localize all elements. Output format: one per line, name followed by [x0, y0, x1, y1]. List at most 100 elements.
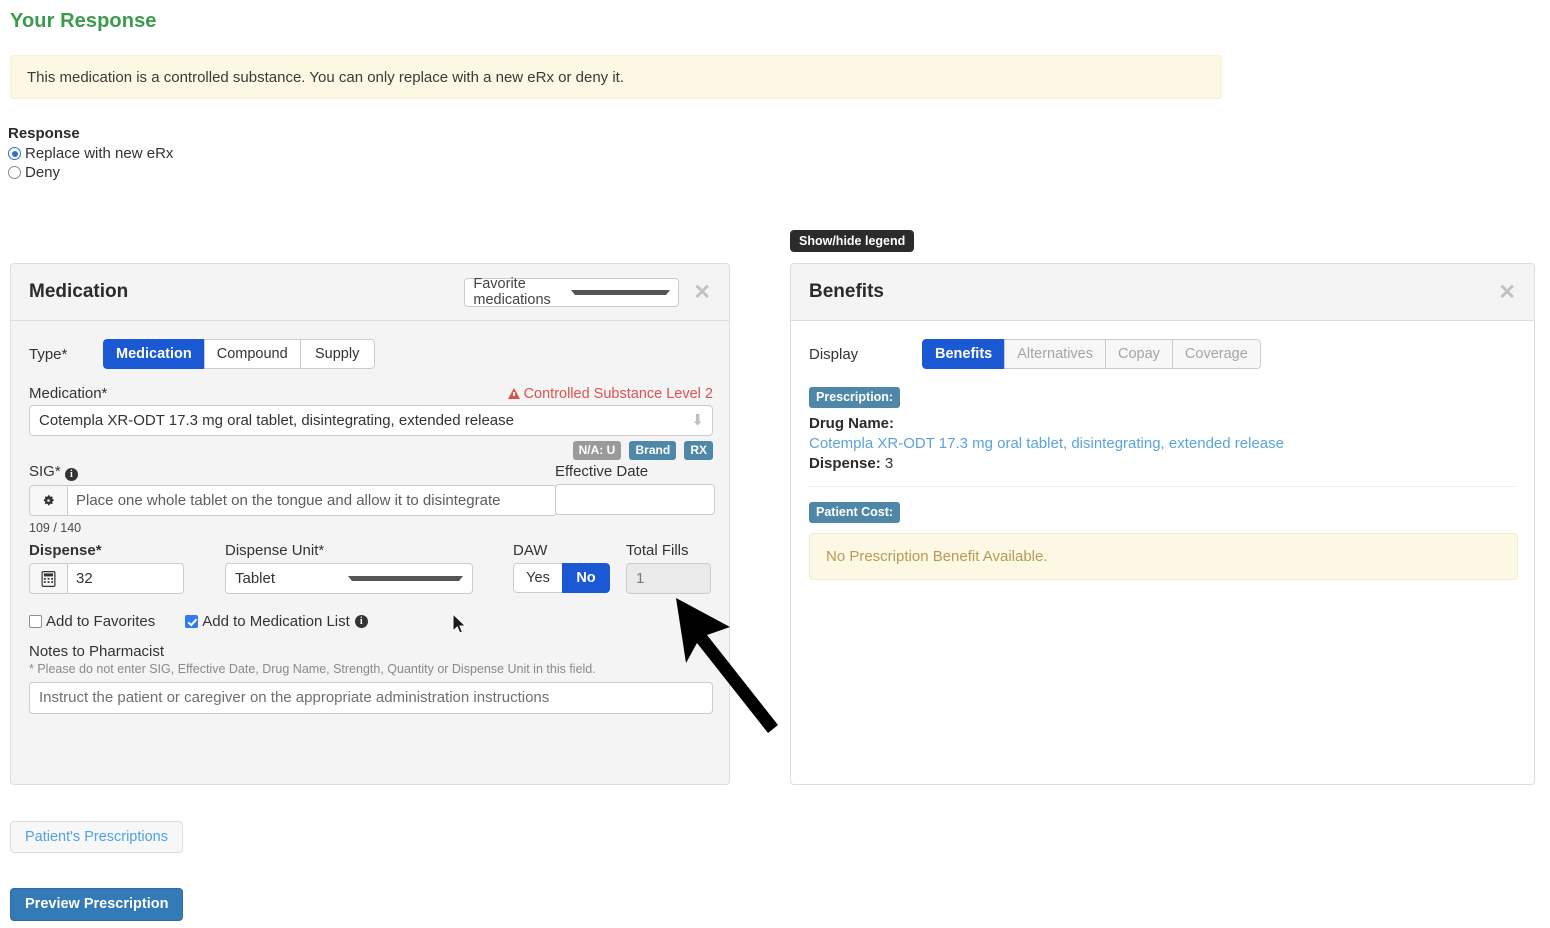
- radio-deny-label: Deny: [25, 164, 61, 181]
- benefits-panel-body: Display Benefits Alternatives Copay Cove…: [791, 321, 1534, 580]
- controlled-substance-warning: Controlled Substance Level 2: [507, 385, 713, 402]
- favorite-medications-value: Favorite medications: [473, 276, 551, 308]
- prescription-section: Prescription: Drug Name: Cotempla XR-ODT…: [809, 387, 1516, 472]
- benefits-panel-close-icon[interactable]: ✕: [1498, 282, 1516, 303]
- medication-panel-close-icon[interactable]: ✕: [693, 282, 711, 303]
- info-icon[interactable]: i: [64, 468, 78, 481]
- add-to-medication-list-label: Add to Medication List: [202, 613, 350, 630]
- notes-field: Notes to Pharmacist * Please do not ente…: [29, 643, 713, 714]
- benefits-panel: Benefits ✕ Display Benefits Alternatives…: [790, 263, 1535, 785]
- patient-cost-section: Patient Cost: No Prescription Benefit Av…: [809, 502, 1518, 580]
- checkbox-checked-icon[interactable]: [185, 615, 199, 628]
- dispense-label: Dispense*: [29, 542, 102, 559]
- sig-input[interactable]: Place one whole tablet on the tongue and…: [68, 485, 557, 516]
- sig-input-group: Place one whole tablet on the tongue and…: [29, 485, 557, 516]
- dispense-row: Dispense* 32 Dispense Unit* Tablet DAW Y…: [29, 542, 711, 594]
- patients-prescriptions-button[interactable]: Patient's Prescriptions: [10, 821, 183, 853]
- sig-char-count: 109 / 140: [29, 521, 82, 535]
- page-title: Your Response: [10, 10, 157, 32]
- total-fills-field: Total Fills 1: [626, 542, 711, 594]
- medication-badges: N/A: U Brand RX: [29, 441, 713, 461]
- dropdown-arrow-icon[interactable]: ⬇: [691, 413, 704, 428]
- drug-name-link[interactable]: Cotempla XR-ODT 17.3 mg oral tablet, dis…: [809, 435, 1516, 452]
- display-row: Display Benefits Alternatives Copay Cove…: [809, 339, 1516, 369]
- dispense-unit-select[interactable]: Tablet: [225, 563, 473, 594]
- sig-field: SIG* i Place one whole tablet on the ton…: [29, 463, 557, 535]
- daw-label: DAW: [513, 542, 548, 559]
- medication-field-label: Medication*: [29, 385, 108, 402]
- info-icon[interactable]: i: [354, 615, 368, 628]
- medication-panel-header: Medication Favorite medications ✕: [11, 264, 729, 321]
- medication-panel-title: Medication: [29, 281, 129, 302]
- response-group: Response Replace with new eRx Deny: [8, 125, 408, 181]
- badge-brand: Brand: [629, 441, 677, 460]
- type-option-compound[interactable]: Compound: [203, 339, 301, 369]
- effective-date-label: Effective Date: [555, 463, 649, 480]
- medication-input-wrap: Cotempla XR-ODT 17.3 mg oral tablet, dis…: [29, 405, 713, 436]
- daw-button-group: Yes No: [513, 563, 610, 593]
- chevron-down-icon: [348, 576, 463, 581]
- daw-field: DAW Yes No: [513, 542, 610, 593]
- chevron-down-icon: [570, 289, 671, 295]
- type-button-group: Medication Compound Supply: [103, 339, 375, 369]
- section-divider: [809, 486, 1516, 487]
- sig-label-wrap: SIG* i: [29, 463, 557, 481]
- gear-icon[interactable]: [29, 485, 68, 516]
- tab-alternatives[interactable]: Alternatives: [1004, 339, 1106, 369]
- medication-label-row: Medication* Controlled Substance Level 2: [29, 385, 713, 402]
- favorite-medications-select[interactable]: Favorite medications: [464, 276, 680, 308]
- sig-label: SIG*: [29, 463, 61, 480]
- tab-coverage[interactable]: Coverage: [1171, 339, 1261, 369]
- sig-effective-date-row: SIG* i Place one whole tablet on the ton…: [29, 463, 715, 535]
- notes-input[interactable]: Instruct the patient or caregiver on the…: [29, 682, 713, 714]
- radio-selected-icon[interactable]: [8, 147, 21, 160]
- controlled-substance-alert: This medication is a controlled substanc…: [10, 55, 1222, 99]
- benefits-panel-title: Benefits: [809, 281, 884, 302]
- prescription-tag: Prescription:: [809, 387, 901, 408]
- checkbox-unchecked-icon[interactable]: [29, 615, 42, 628]
- benefits-panel-header: Benefits ✕: [791, 264, 1534, 321]
- type-label: Type*: [29, 345, 68, 363]
- drug-name-label: Drug Name:: [809, 415, 895, 432]
- add-to-favorites-label: Add to Favorites: [46, 613, 156, 630]
- radio-unselected-icon[interactable]: [8, 166, 21, 179]
- dispense-line: Dispense: 3: [809, 455, 1516, 472]
- patient-cost-tag: Patient Cost:: [809, 502, 901, 523]
- dispense-field: Dispense* 32: [29, 542, 197, 594]
- response-group-label: Response: [8, 125, 80, 142]
- warning-triangle-icon: [507, 388, 520, 399]
- radio-replace-label: Replace with new eRx: [25, 145, 174, 162]
- medication-input[interactable]: Cotempla XR-ODT 17.3 mg oral tablet, dis…: [29, 405, 713, 436]
- notes-label: Notes to Pharmacist: [29, 643, 165, 660]
- radio-deny[interactable]: Deny: [8, 164, 408, 181]
- medication-panel: Medication Favorite medications ✕ Type* …: [10, 263, 730, 785]
- dispense-input[interactable]: 32: [68, 563, 184, 594]
- show-hide-legend-tooltip[interactable]: Show/hide legend: [790, 230, 915, 252]
- dispense-label: Dispense:: [809, 455, 881, 472]
- type-option-supply[interactable]: Supply: [299, 339, 375, 369]
- preview-prescription-button[interactable]: Preview Prescription: [10, 888, 184, 921]
- total-fills-input[interactable]: 1: [626, 563, 711, 594]
- daw-option-no[interactable]: No: [562, 563, 610, 593]
- tab-copay[interactable]: Copay: [1104, 339, 1173, 369]
- daw-option-yes[interactable]: Yes: [513, 563, 563, 593]
- notes-hint: * Please do not enter SIG, Effective Dat…: [29, 662, 596, 676]
- dispense-unit-field: Dispense Unit* Tablet: [225, 542, 473, 594]
- badge-na-u: N/A: U: [572, 441, 622, 460]
- dispense-unit-label: Dispense Unit*: [225, 542, 325, 559]
- tab-benefits[interactable]: Benefits: [922, 339, 1006, 369]
- effective-date-field: Effective Date: [555, 463, 715, 515]
- alert-text: This medication is a controlled substanc…: [27, 68, 624, 86]
- controlled-substance-warning-text: Controlled Substance Level 2: [523, 385, 713, 402]
- dispense-unit-value: Tablet: [235, 570, 276, 587]
- add-to-favorites-checkbox[interactable]: Add to Favorites: [29, 613, 155, 630]
- add-to-medication-list-checkbox[interactable]: Add to Medication List i: [185, 613, 368, 630]
- radio-replace-with-new-erx[interactable]: Replace with new eRx: [8, 145, 408, 162]
- no-benefit-message: No Prescription Benefit Available.: [809, 533, 1518, 580]
- effective-date-input[interactable]: [555, 484, 715, 515]
- calculator-icon[interactable]: [29, 563, 68, 594]
- type-row: Type* Medication Compound Supply: [29, 339, 711, 369]
- type-option-medication[interactable]: Medication: [103, 339, 205, 369]
- medication-panel-body: Type* Medication Compound Supply Medicat…: [11, 321, 729, 714]
- dispense-value: 3: [884, 455, 894, 472]
